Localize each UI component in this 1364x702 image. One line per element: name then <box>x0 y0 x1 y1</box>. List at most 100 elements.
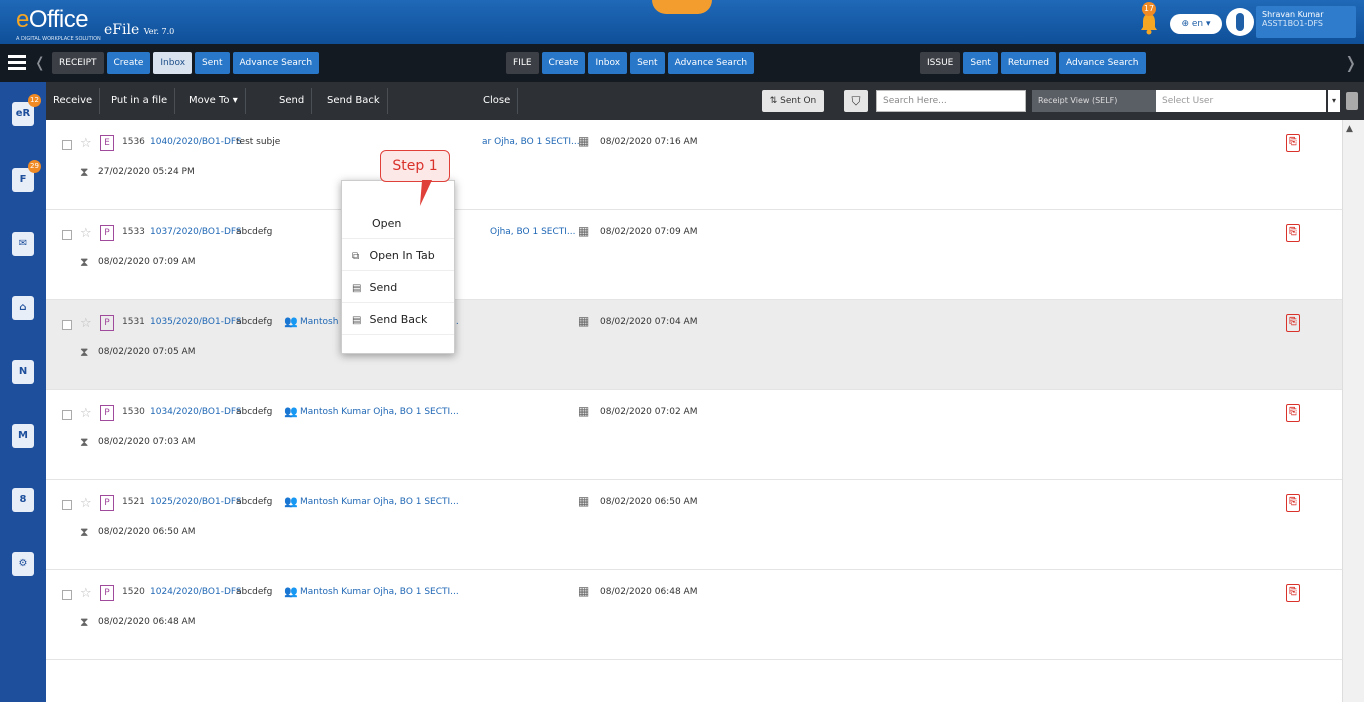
receipt-subject: abcdefg <box>236 587 273 597</box>
context-open-label: Open <box>372 217 402 230</box>
sidebar-dispatch-icon[interactable]: ✉ <box>12 232 34 256</box>
receipt-file-number[interactable]: 1024/2020/BO1-DFS <box>150 587 242 597</box>
list-item[interactable]: ☆ P 1521 1025/2020/BO1-DFS abcdefg 👥 Man… <box>46 480 1342 570</box>
receipt-file-number[interactable]: 1040/2020/BO1-DFS <box>150 137 242 147</box>
star-icon[interactable]: ☆ <box>80 406 92 421</box>
sidebar-home-icon[interactable]: ⌂ <box>12 296 34 320</box>
issue-sent-button[interactable]: Sent <box>963 52 998 74</box>
scroll-up-icon[interactable]: ▲ <box>1346 124 1353 134</box>
put-in-file-button[interactable]: Put in a file <box>104 88 176 114</box>
context-send-label: Send <box>369 281 398 294</box>
row-checkbox[interactable] <box>62 140 72 150</box>
pdf-icon[interactable]: ⎘ <box>1286 404 1300 422</box>
row-checkbox[interactable] <box>62 410 72 420</box>
sidebar-file-badge: 29 <box>28 160 41 173</box>
file-nav: FILE Create Inbox Sent Advance Search <box>506 51 757 75</box>
issue-nav-label: ISSUE <box>920 52 961 74</box>
receipt-sent-button[interactable]: Sent <box>195 52 230 74</box>
nav-scroll-right-icon[interactable]: ❭ <box>1344 53 1357 72</box>
receive-button[interactable]: Receive <box>46 88 101 114</box>
receipt-subject: abcdefg <box>236 227 273 237</box>
file-create-button[interactable]: Create <box>541 52 586 74</box>
list-scrollbar[interactable] <box>1342 120 1364 702</box>
file-advance-search-button[interactable]: Advance Search <box>667 52 755 74</box>
move-to-button[interactable]: Move To ▾ <box>182 88 246 114</box>
pdf-icon[interactable]: ⎘ <box>1286 584 1300 602</box>
select-user-caret-icon[interactable]: ▾ <box>1328 90 1340 112</box>
close-button[interactable]: Close <box>476 88 519 114</box>
sidebar-notes-icon[interactable]: N <box>12 360 34 384</box>
top-collapse-tab[interactable] <box>652 0 712 14</box>
context-open[interactable]: Open <box>342 209 454 239</box>
receipt-file-number[interactable]: 1025/2020/BO1-DFS <box>150 497 242 507</box>
due-date: 08/02/2020 07:09 AM <box>98 257 196 267</box>
pdf-icon[interactable]: ⎘ <box>1286 134 1300 152</box>
receipt-owner[interactable]: Mantosh Kumar Ojha, BO 1 SECTI... <box>300 587 459 597</box>
list-item[interactable]: ☆ P 1530 1034/2020/BO1-DFS abcdefg 👥 Man… <box>46 390 1342 480</box>
sidebar-settings-icon[interactable]: ⚙ <box>12 552 34 576</box>
receipt-owner[interactable]: ar Ojha, BO 1 SECTI... <box>482 137 580 147</box>
issue-returned-button[interactable]: Returned <box>1000 52 1056 74</box>
receipt-number: 1520 <box>122 587 145 597</box>
context-send-back[interactable]: ▤ Send Back <box>342 305 454 335</box>
trash-icon[interactable] <box>1346 92 1358 110</box>
search-input[interactable]: Search Here... <box>876 90 1026 112</box>
star-icon[interactable]: ☆ <box>80 136 92 151</box>
row-checkbox[interactable] <box>62 500 72 510</box>
calendar-icon: ▦ <box>578 314 590 328</box>
row-checkbox[interactable] <box>62 320 72 330</box>
receipt-subject: test subje <box>236 137 281 147</box>
pdf-icon[interactable]: ⎘ <box>1286 314 1300 332</box>
receipt-owner[interactable]: Ojha, BO 1 SECTI... <box>490 227 576 237</box>
sidebar-emanual-icon[interactable]: M <box>12 424 34 448</box>
user-info[interactable]: Shravan Kumar ASST1BO1-DFS <box>1256 6 1356 38</box>
nav-scroll-left-icon[interactable]: ❬ <box>34 55 46 71</box>
row-checkbox[interactable] <box>62 590 72 600</box>
due-date: 08/02/2020 06:48 AM <box>98 617 196 627</box>
issue-advance-search-button[interactable]: Advance Search <box>1058 52 1146 74</box>
context-open-in-tab[interactable]: ⧉ Open In Tab <box>342 241 454 271</box>
user-avatar[interactable] <box>1226 8 1254 36</box>
star-icon[interactable]: ☆ <box>80 226 92 241</box>
star-icon[interactable]: ☆ <box>80 586 92 601</box>
receipt-subject: abcdefg <box>236 497 273 507</box>
receipt-inbox-button[interactable]: Inbox <box>153 52 193 74</box>
file-inbox-button[interactable]: Inbox <box>588 52 628 74</box>
context-send-back-label: Send Back <box>369 313 428 326</box>
user-name: Shravan Kumar <box>1262 10 1324 19</box>
language-selector[interactable]: ⊕ en ▾ <box>1170 14 1222 34</box>
list-item[interactable]: ☆ E 1536 1040/2020/BO1-DFS test subje ar… <box>46 120 1342 210</box>
select-user-field[interactable]: Select User <box>1156 90 1326 112</box>
receipt-file-number[interactable]: 1035/2020/BO1-DFS <box>150 317 242 327</box>
row-checkbox[interactable] <box>62 230 72 240</box>
star-icon[interactable]: ☆ <box>80 496 92 511</box>
filter-icon[interactable]: ⛉ <box>844 90 868 112</box>
star-icon[interactable]: ☆ <box>80 316 92 331</box>
list-item[interactable]: ☆ P 1520 1024/2020/BO1-DFS abcdefg 👥 Man… <box>46 570 1342 660</box>
receipt-view-select[interactable]: Receipt View (SELF) <box>1032 90 1156 112</box>
file-sent-button[interactable]: Sent <box>630 52 665 74</box>
receipt-owner[interactable]: Mantosh Kumar Ojha, BO 1 SECTI... <box>300 407 459 417</box>
context-open-in-tab-label: Open In Tab <box>369 249 435 262</box>
issue-nav: ISSUE Sent Returned Advance Search <box>920 51 1149 75</box>
list-item[interactable]: ☆ P 1533 1037/2020/BO1-DFS abcdefg Ojha,… <box>46 210 1342 300</box>
context-send[interactable]: ▤ Send <box>342 273 454 303</box>
send-button[interactable]: Send <box>272 88 313 114</box>
send-back-button[interactable]: Send Back <box>320 88 388 114</box>
eoffice-logo: eOffice A DIGITAL WORKPLACE SOLUTION <box>16 6 101 42</box>
menu-icon[interactable] <box>8 55 26 71</box>
receipt-advance-search-button[interactable]: Advance Search <box>232 52 320 74</box>
receipt-nav: RECEIPT Create Inbox Sent Advance Search <box>52 51 322 75</box>
sent-on-sort[interactable]: ⇅ Sent On <box>762 90 824 112</box>
receipt-file-number[interactable]: 1037/2020/BO1-DFS <box>150 227 242 237</box>
list-item[interactable]: ☆ P 1531 1035/2020/BO1-DFS abcdefg 👥 Man… <box>46 300 1342 390</box>
pdf-icon[interactable]: ⎘ <box>1286 494 1300 512</box>
sidebar-report-icon[interactable]: 8 <box>12 488 34 512</box>
left-sidebar: eR 12 F 29 ✉ ⌂ N M 8 ⚙ <box>0 82 46 702</box>
receipt-owner[interactable]: Mantosh Kumar Ojha, BO 1 SECTI... <box>300 497 459 507</box>
pdf-icon[interactable]: ⎘ <box>1286 224 1300 242</box>
receipt-create-button[interactable]: Create <box>106 52 151 74</box>
receipt-file-number[interactable]: 1034/2020/BO1-DFS <box>150 407 242 417</box>
receipt-type-badge: P <box>100 405 114 421</box>
logo-tagline: A DIGITAL WORKPLACE SOLUTION <box>16 36 101 42</box>
